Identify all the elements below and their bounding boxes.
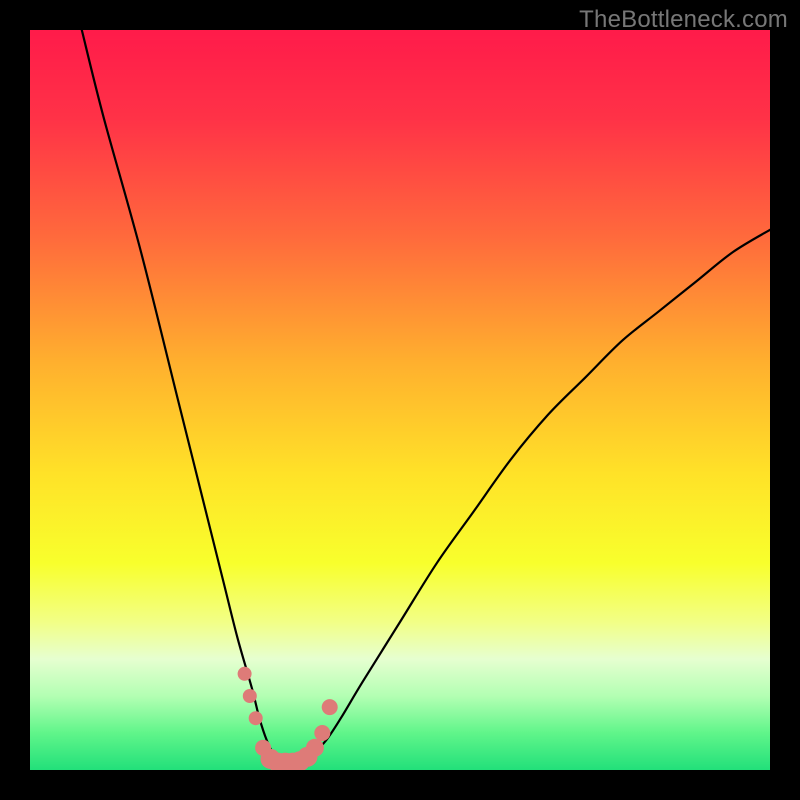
highlight-dot [238,667,252,681]
highlight-dot [249,711,263,725]
plot-area [30,30,770,770]
highlight-dots [238,667,338,770]
highlight-dot [243,689,257,703]
highlight-dot [314,725,330,741]
curve-layer [30,30,770,770]
chart-frame: TheBottleneck.com [0,0,800,800]
bottleneck-curve [82,30,770,763]
highlight-dot [306,739,324,757]
highlight-dot [322,699,338,715]
